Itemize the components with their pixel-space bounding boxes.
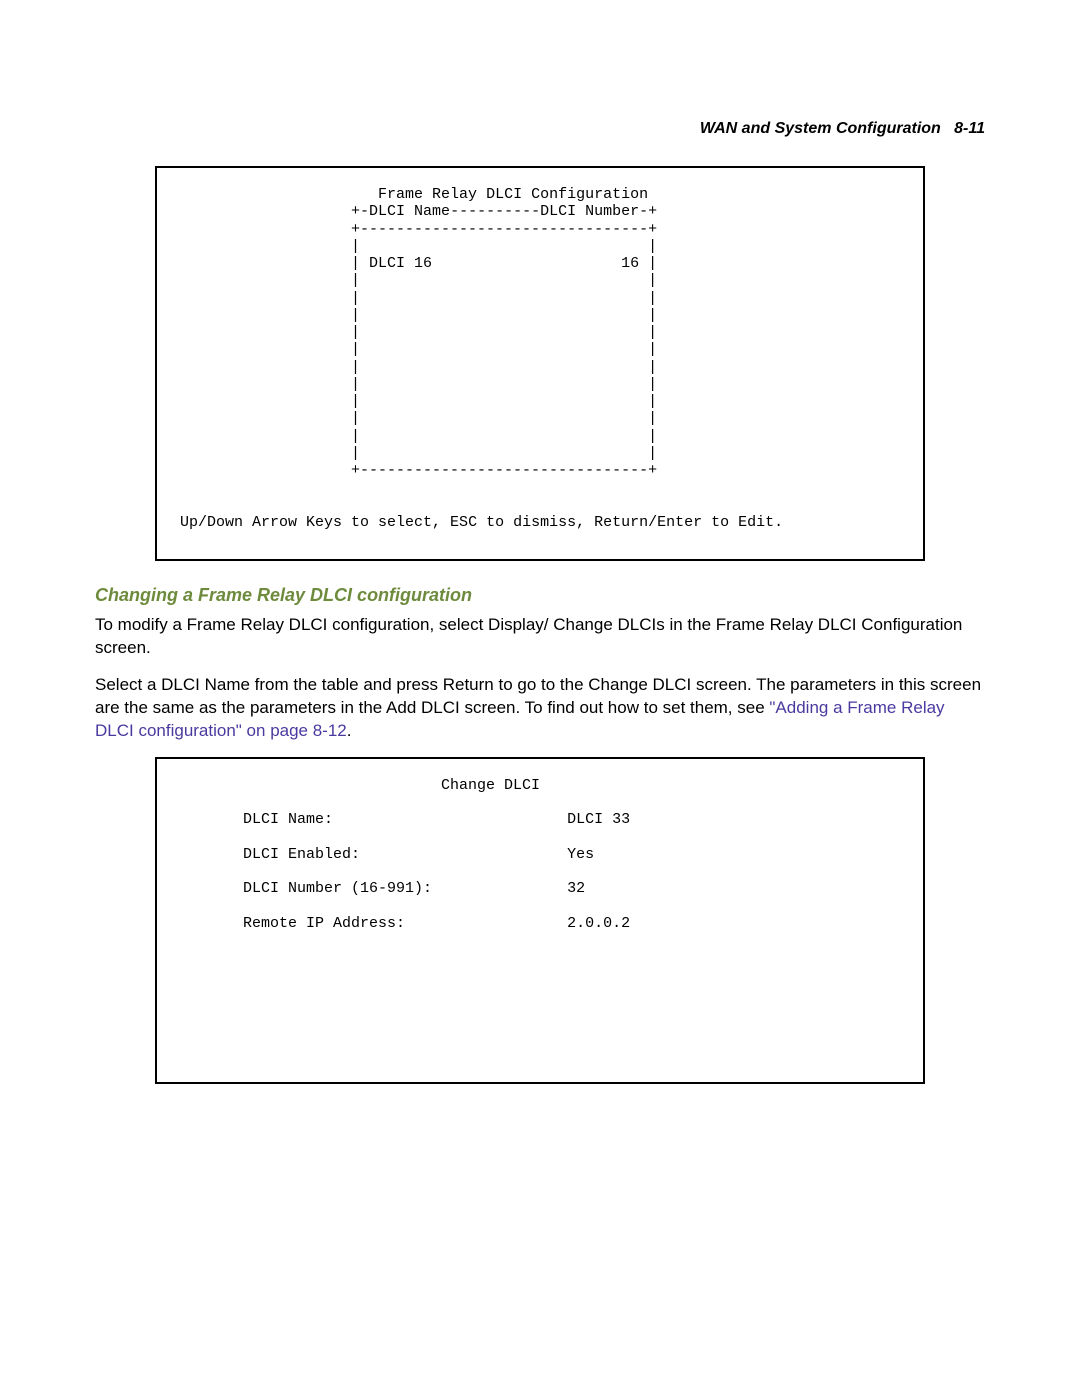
t1-blank: | |	[171, 428, 657, 445]
t2-title: Change DLCI	[441, 777, 540, 794]
t1-col-left: DLCI Name	[369, 203, 450, 220]
t2-name-value: DLCI 33	[567, 811, 630, 828]
t1-sep-bot: +--------------------------------+	[171, 462, 657, 479]
t1-blank: | |	[171, 290, 657, 307]
t1-col-right: DLCI Number	[540, 203, 639, 220]
t1-blank: | |	[171, 307, 657, 324]
t2-remote-label: Remote IP Address:	[243, 915, 405, 932]
t2-field-remote[interactable]: Remote IP Address: 2.0.0.2	[171, 915, 630, 932]
terminal-dlci-config: Frame Relay DLCI Configuration +-DLCI Na…	[155, 166, 925, 561]
t2-field-number[interactable]: DLCI Number (16-991): 32	[171, 880, 585, 897]
t2-title-line: Change DLCI	[171, 777, 540, 794]
t2-enabled-value: Yes	[567, 846, 594, 863]
paragraph-2: Select a DLCI Name from the table and pr…	[95, 674, 985, 743]
t1-hint-text: Up/Down Arrow Keys to select, ESC to dis…	[180, 514, 783, 531]
t1-hint: Up/Down Arrow Keys to select, ESC to dis…	[171, 514, 783, 531]
t1-row-number: 16	[621, 255, 639, 272]
p2-tail: .	[347, 721, 352, 740]
section-heading: Changing a Frame Relay DLCI configuratio…	[95, 585, 985, 606]
t1-blank: | |	[171, 445, 657, 462]
t2-number-label: DLCI Number (16-991):	[243, 880, 432, 897]
page-ref: 8-11	[954, 120, 985, 137]
t2-name-label: DLCI Name:	[243, 811, 333, 828]
t1-blank: | |	[171, 272, 657, 289]
t1-sep-top: +--------------------------------+	[171, 221, 657, 238]
t1-blank: | |	[171, 359, 657, 376]
t1-blank: | |	[171, 410, 657, 427]
t2-number-value: 32	[567, 880, 585, 897]
chapter-title: WAN and System Configuration	[700, 120, 941, 137]
t1-row-name: DLCI 16	[369, 255, 432, 272]
t1-row[interactable]: | DLCI 16 16 |	[171, 255, 657, 272]
t1-blank: | |	[171, 238, 657, 255]
t2-remote-value: 2.0.0.2	[567, 915, 630, 932]
terminal-change-dlci: Change DLCI DLCI Name: DLCI 33 DLCI Enab…	[155, 757, 925, 1084]
t1-blank: | |	[171, 324, 657, 341]
t1-title: Frame Relay DLCI Configuration	[378, 186, 648, 203]
t1-blank: | |	[171, 393, 657, 410]
t1-header-line: +-DLCI Name----------DLCI Number-+	[171, 203, 657, 220]
t1-title-line: Frame Relay DLCI Configuration	[171, 186, 648, 203]
t2-enabled-label: DLCI Enabled:	[243, 846, 360, 863]
t2-field-enabled[interactable]: DLCI Enabled: Yes	[171, 846, 594, 863]
page-header: WAN and System Configuration 8-11	[95, 120, 985, 138]
t2-field-name[interactable]: DLCI Name: DLCI 33	[171, 811, 630, 828]
paragraph-1: To modify a Frame Relay DLCI configurati…	[95, 614, 985, 660]
document-page: WAN and System Configuration 8-11 Frame …	[0, 0, 1080, 1188]
t1-blank: | |	[171, 376, 657, 393]
t1-blank: | |	[171, 341, 657, 358]
